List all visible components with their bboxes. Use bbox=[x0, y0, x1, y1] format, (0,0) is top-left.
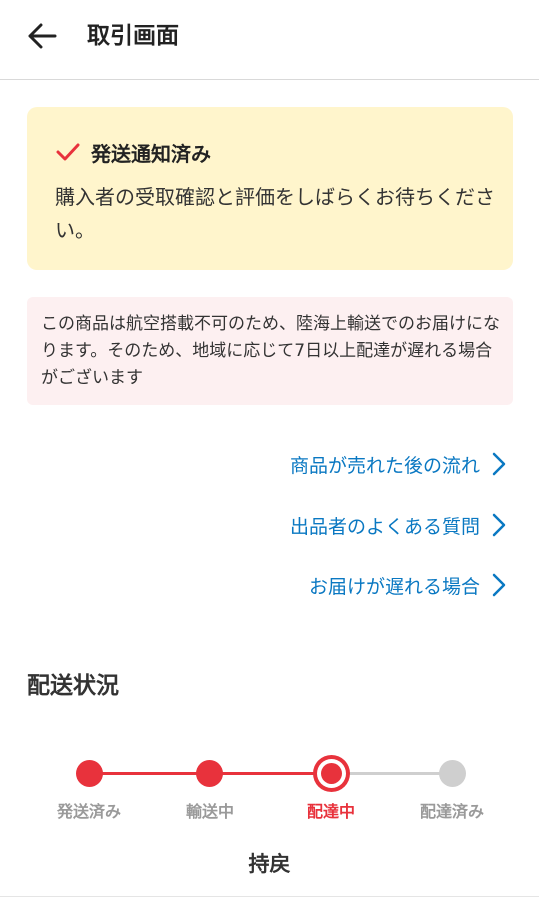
link-after-sale-flow[interactable]: 商品が売れた後の流れ bbox=[290, 447, 506, 481]
step-label-out-for-delivery: 配達中 bbox=[306, 802, 355, 821]
chevron-right-icon bbox=[492, 452, 506, 476]
step-dot-in-transit bbox=[196, 760, 223, 787]
step-label-shipped: 発送済み bbox=[56, 802, 121, 821]
transaction-screen: 取引画面 発送通知済み 購入者の受取確認と評価をしばらくお待ちください。 この商… bbox=[0, 0, 539, 899]
delivery-status-heading: 配送状況 bbox=[27, 673, 119, 699]
step-dot-delivered bbox=[439, 760, 466, 787]
bottom-divider bbox=[0, 896, 539, 897]
notice-title: 発送通知済み bbox=[91, 141, 211, 166]
chevron-right-icon bbox=[492, 513, 506, 537]
notice-body: 購入者の受取確認と評価をしばらくお待ちください。 bbox=[55, 185, 495, 242]
delivery-progress-tracker: 発送済み 輸送中 配達中 配達済み bbox=[0, 750, 539, 840]
chevron-right-icon bbox=[492, 573, 506, 597]
link-seller-faq[interactable]: 出品者のよくある質問 bbox=[290, 508, 506, 542]
link-label: 商品が売れた後の流れ bbox=[289, 454, 480, 477]
step-dot-out-for-delivery-current bbox=[313, 755, 350, 792]
step-label-in-transit: 輸送中 bbox=[185, 802, 234, 821]
link-label: 出品者のよくある質問 bbox=[289, 515, 480, 538]
shipping-notice-card: 発送通知済み 購入者の受取確認と評価をしばらくお待ちください。 bbox=[27, 107, 513, 270]
link-label: お届けが遅れる場合 bbox=[308, 575, 480, 598]
link-delivery-delay[interactable]: お届けが遅れる場合 bbox=[309, 568, 506, 602]
page-title: 取引画面 bbox=[87, 23, 179, 49]
arrow-left-icon bbox=[28, 23, 57, 49]
notice-heading: 発送通知済み bbox=[55, 137, 211, 167]
delivery-substatus-title: 持戻 bbox=[248, 852, 291, 876]
checkmark-icon bbox=[56, 143, 80, 161]
warning-text: この商品は航空搭載不可のため、陸海上輸送でのお届けになります。そのため、地域に応… bbox=[41, 314, 500, 388]
step-label-delivered: 配達済み bbox=[419, 802, 484, 821]
app-header: 取引画面 bbox=[0, 0, 539, 80]
step-dot-shipped bbox=[76, 760, 103, 787]
shipping-delay-warning: この商品は航空搭載不可のため、陸海上輸送でのお届けになります。そのため、地域に応… bbox=[27, 297, 513, 405]
back-button[interactable] bbox=[20, 16, 64, 56]
